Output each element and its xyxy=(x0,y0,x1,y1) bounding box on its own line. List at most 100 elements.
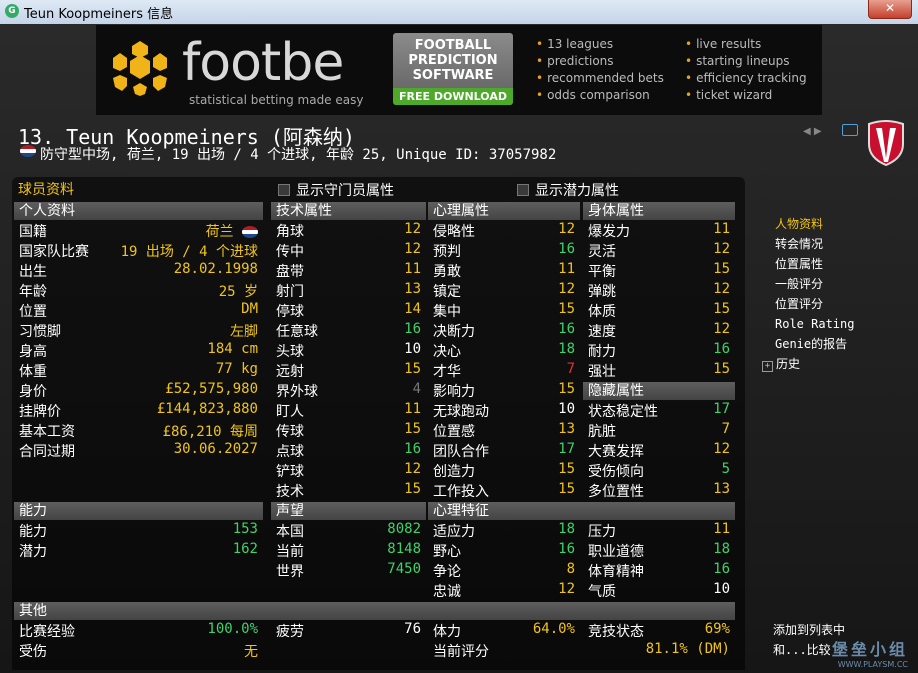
feature-item: • live results xyxy=(685,37,762,51)
table-row: 耐力 16 xyxy=(588,341,730,360)
sidebar-item-position-rating[interactable]: 位置评分 xyxy=(775,294,854,314)
sidebar-item-profile[interactable]: 人物资料 xyxy=(775,214,854,234)
table-row: 大赛发挥 12 xyxy=(588,441,730,460)
table-row: 基本工资 £86,210 每周 xyxy=(19,424,258,440)
sidebar-menu: 人物资料 转会情况 位置属性 一般评分 位置评分 Role Rating Gen… xyxy=(762,214,854,374)
brand-name: footbe xyxy=(182,33,344,93)
ad-line-3: SOFTWARE xyxy=(412,68,494,83)
table-row: 团队合作 17 xyxy=(433,441,575,460)
bullet-icon: • xyxy=(685,37,693,51)
expand-icon[interactable]: + xyxy=(762,361,773,372)
bullet-icon: • xyxy=(536,37,544,51)
table-row: 潜力 162 xyxy=(19,541,258,560)
table-row: 出生 28.02.1998 xyxy=(19,261,258,280)
table-row: 国家队比赛 19 出场 / 4 个进球 xyxy=(19,244,258,260)
table-row: 传中 12 xyxy=(276,241,421,260)
table-row: 无球跑动 10 xyxy=(433,401,575,420)
ad-software-box[interactable]: FOOTBALL PREDICTION SOFTWARE FREE DOWNLO… xyxy=(393,33,513,105)
table-row: 气质 10 xyxy=(588,581,730,600)
show-gk-attributes-checkbox[interactable]: 显示守门员属性 xyxy=(278,180,394,200)
table-row: 状态稳定性 17 xyxy=(588,401,730,420)
back-arrow-icon[interactable]: ◀ xyxy=(803,126,811,137)
bullet-icon: • xyxy=(685,88,693,102)
table-row: 身高 184 cm xyxy=(19,341,258,360)
ability-header: 能力 xyxy=(14,502,263,520)
table-row: 任意球 16 xyxy=(276,321,421,340)
technical-column: 技术属性 角球 12 传中 12 盘带 11 射门 13 停球 14 任意球 16 头球 10… xyxy=(271,201,426,501)
table-row: 才华 7 xyxy=(433,361,575,380)
forward-arrow-icon[interactable]: ▶ xyxy=(814,126,822,137)
personal-info-column: 个人资料 国籍 荷兰 国家队比赛 19 出场 / 4 个进球 出生 28.02.199… xyxy=(14,201,263,461)
table-row: 工作投入 15 xyxy=(433,481,575,500)
sidebar-item-history[interactable]: + 历史 xyxy=(762,354,854,374)
checkbox-icon xyxy=(517,184,529,196)
table-row: 合同过期 30.06.2027 xyxy=(19,441,258,460)
feature-item: • recommended bets xyxy=(536,71,664,85)
app-icon: G xyxy=(5,4,19,18)
table-row: 远射 15 xyxy=(276,361,421,380)
section-title: 球员资料 xyxy=(18,182,74,198)
club-crest-icon xyxy=(868,120,904,166)
checkbox-icon xyxy=(278,184,290,196)
main-area: footbe statistical betting made easy FOO… xyxy=(0,24,918,673)
table-row: 灵活 12 xyxy=(588,241,730,260)
bullet-icon: • xyxy=(536,54,544,68)
title-bar: G Teun Koopmeiners 信息 ✕ xyxy=(0,0,918,25)
sidebar-item-genie-report[interactable]: Genie的报告 xyxy=(775,334,854,354)
table-row: 平衡 15 xyxy=(588,261,730,280)
show-potential-attributes-checkbox[interactable]: 显示潜力属性 xyxy=(517,180,619,200)
sidebar-item-transfer[interactable]: 转会情况 xyxy=(775,234,854,254)
table-row: 界外球 4 xyxy=(276,381,421,400)
table-row: 比赛经验 100.0% xyxy=(19,621,258,640)
table-row: 位置感 13 xyxy=(433,421,575,440)
netherlands-flag-icon xyxy=(242,226,258,238)
mental-traits-header: 心理特征 xyxy=(428,502,735,520)
other-col-3: 体力 64.0% xyxy=(428,621,580,641)
feature-item: • odds comparison xyxy=(536,88,650,102)
table-row: 盯人 11 xyxy=(276,401,421,420)
watermark: 堡垒小组 WWW.PLAYSM.CC xyxy=(832,636,908,669)
table-row: 侵略性 12 xyxy=(433,221,575,240)
mental-traits-right: 压力 11 职业道德 18 体育精神 16 气质 10 xyxy=(583,521,735,601)
camera-icon[interactable] xyxy=(842,124,858,136)
ad-banner[interactable]: footbe statistical betting made easy FOO… xyxy=(96,25,822,115)
table-row: 体力 64.0% xyxy=(433,621,575,640)
table-row: 职业道德 18 xyxy=(588,541,730,560)
free-download-button[interactable]: FREE DOWNLOAD xyxy=(393,88,513,105)
table-row: 肮脏 7 xyxy=(588,421,730,440)
mental-traits-left: 适应力 18 野心 16 争论 8 忠诚 12 xyxy=(428,521,580,601)
table-row: 身价 £52,575,980 xyxy=(19,381,258,400)
mental-column: 心理属性 侵略性 12 预判 16 勇敢 11 镇定 12 集中 15 决断力 16 决心 1… xyxy=(428,201,580,501)
table-row: 弹跳 12 xyxy=(588,281,730,300)
ability-column: 能力 能力 153 潜力 162 xyxy=(14,501,263,561)
sidebar-item-general-rating[interactable]: 一般评分 xyxy=(775,274,854,294)
table-row: 年龄 25 岁 xyxy=(19,284,258,300)
table-row: 野心 16 xyxy=(433,541,575,560)
table-row: 当前 8148 xyxy=(276,541,421,560)
other-section: 其他 xyxy=(14,601,735,621)
table-row: 爆发力 11 xyxy=(588,221,730,240)
table-row: 受伤无 xyxy=(19,644,258,660)
table-row: 挂牌价 £144,823,880 xyxy=(19,401,258,420)
sidebar-item-role-rating[interactable]: Role Rating xyxy=(775,314,854,334)
table-row: 预判 16 xyxy=(433,241,575,260)
table-row: 速度 12 xyxy=(588,321,730,340)
brand-tagline: statistical betting made easy xyxy=(189,93,364,107)
prev-next-buttons[interactable]: ◀ ▶ xyxy=(803,126,822,137)
sidebar-item-positions[interactable]: 位置属性 xyxy=(775,254,854,274)
hidden-header: 隐藏属性 xyxy=(583,382,735,400)
bullet-icon: • xyxy=(685,71,693,85)
close-button[interactable]: ✕ xyxy=(868,0,912,19)
table-row: 当前评分 81.1% (DM) xyxy=(433,641,730,660)
table-row: 影响力 15 xyxy=(433,381,575,400)
table-row: 多位置性 13 xyxy=(588,481,730,500)
features-right: • live results • starting lineups • efficie… xyxy=(685,36,807,104)
football-logo-icon xyxy=(111,38,169,96)
ad-line-2: PREDICTION xyxy=(408,53,498,68)
table-row: 传球 15 xyxy=(276,421,421,440)
table-row: 镇定 12 xyxy=(433,281,575,300)
table-row: 体质 15 xyxy=(588,301,730,320)
table-row: 停球 14 xyxy=(276,301,421,320)
table-row: 头球 10 xyxy=(276,341,421,360)
other-header: 其他 xyxy=(14,602,735,620)
